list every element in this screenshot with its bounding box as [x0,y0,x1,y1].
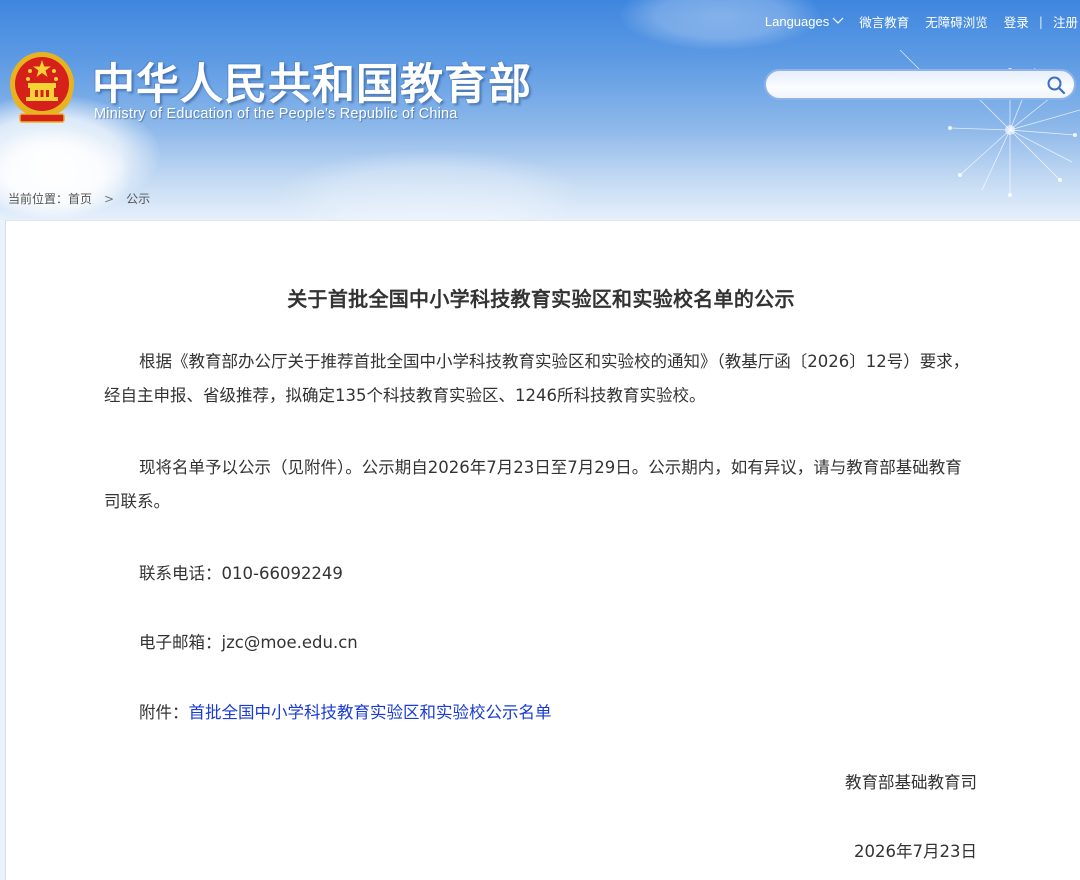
breadcrumb-home-link[interactable]: 首页 [68,190,92,207]
languages-label: Languages [764,13,830,29]
search-input[interactable] [780,74,1044,97]
national-emblem-icon [10,52,74,123]
article-panel: 关于首批全国中小学科技教育实验区和实验校名单的公示 根据《教育部办公厅关于推荐首… [5,220,1080,880]
phone-value: 010-66092249 [221,564,343,583]
breadcrumb-separator: > [104,191,115,206]
site-header: 中华人民共和国教育部 Ministry of Education of the … [0,0,1080,220]
signoff-org: 教育部基础教育司 [845,773,977,792]
search-box [764,69,1076,100]
contact-email: 电子邮箱：jzc@moe.edu.cn [139,629,358,653]
article-paragraph: 现将名单予以公示（见附件）。公示期自2026年7月23日至7月29日。公示期内，… [104,451,974,519]
top-nav: Languages 微言教育 无障碍浏览 登录 | 注册 [765,11,1080,31]
email-label: 电子邮箱： [139,633,222,652]
dandelion-decoration [889,49,1080,197]
nav-register-link[interactable]: 注册 [1053,12,1078,31]
breadcrumb-prefix: 当前位置： [8,192,69,206]
paragraph-text: 现将名单予以公示（见附件）。公示期自2026年7月23日至7月29日。公示期内，… [104,458,962,511]
paragraph-text: 根据《教育部办公厅关于推荐首批全国中小学科技教育实验区和实验校的通知》（教基厅函… [104,352,970,405]
site-title[interactable]: 中华人民共和国教育部 [92,50,532,112]
email-value: jzc@moe.edu.cn [221,633,358,652]
nav-login-link[interactable]: 登录 [1004,12,1029,31]
site-subtitle: Ministry of Education of the People's Re… [94,106,458,122]
chevron-down-icon [832,17,844,24]
attachment: 附件：首批全国中小学科技教育实验区和实验校公示名单 [139,699,552,723]
contact-phone: 联系电话：010-66092249 [139,560,343,584]
languages-dropdown[interactable]: Languages [765,14,844,29]
breadcrumb-current-link[interactable]: 公示 [126,190,150,207]
nav-separator: | [1038,13,1043,29]
signoff-date: 2026年7月23日 [854,842,977,861]
breadcrumb: 当前位置： 首页 > 公示 [8,190,150,207]
search-icon[interactable] [1046,75,1066,95]
attachment-label: 附件： [139,703,189,722]
phone-label: 联系电话： [139,564,222,583]
nav-accessible-link[interactable]: 无障碍浏览 [925,12,988,31]
cloud-decoration [280,150,580,220]
nav-weiyan-link[interactable]: 微言教育 [859,12,909,31]
attachment-link[interactable]: 首批全国中小学科技教育实验区和实验校公示名单 [189,703,552,722]
article-paragraph: 根据《教育部办公厅关于推荐首批全国中小学科技教育实验区和实验校的通知》（教基厅函… [104,345,974,413]
article-title: 关于首批全国中小学科技教育实验区和实验校名单的公示 [287,287,795,311]
